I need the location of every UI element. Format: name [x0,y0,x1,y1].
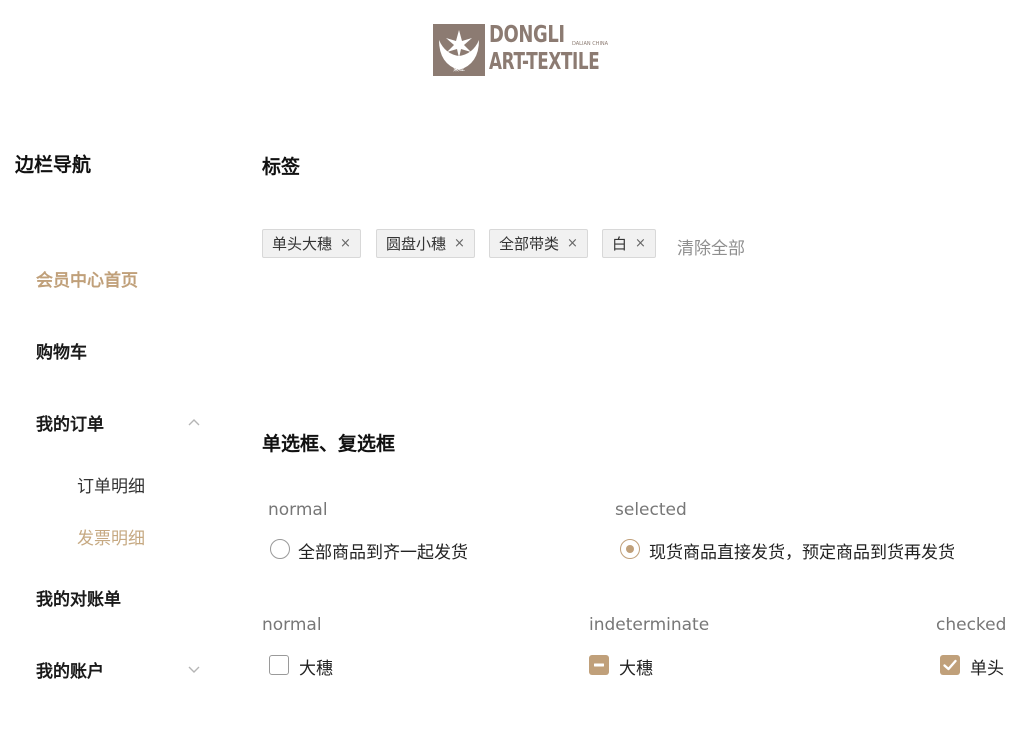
checkmark-icon [943,659,957,671]
choice-section-title: 单选框、复选框 [262,433,396,455]
tag-label: 白 [612,235,628,253]
sidebar-item-member-home[interactable]: 会员中心首页 [36,266,138,291]
tags-section-title: 标签 [262,156,301,178]
close-icon[interactable]: × [340,236,351,251]
tag-label: 圆盘小穗 [386,235,447,253]
tag-chip: 圆盘小穗 × [376,229,475,258]
brand-logo[interactable]: 東立 DONGLI DALIAN CHINA ART-TEXTILE [433,22,615,80]
tag-chip: 白 × [602,229,656,258]
logo-emblem-icon: 東立 [433,24,485,76]
radio-label[interactable]: 全部商品到齐一起发货 [298,538,468,563]
checkbox-checked[interactable] [940,655,960,675]
checkbox-caption-indeterminate: indeterminate [589,615,710,635]
logo-seal-text: 東立 [453,65,465,73]
sidebar-subitem-invoice-details[interactable]: 发票明细 [77,524,145,549]
tag-chip: 单头大穗 × [262,229,361,258]
checkbox-label[interactable]: 大穗 [299,654,333,679]
logo-text-art-textile: ART-TEXTILE [489,49,600,75]
sidebar-item-cart[interactable]: 购物车 [36,338,87,363]
checkbox-indeterminate[interactable] [589,655,609,675]
minus-icon [594,663,604,667]
close-icon[interactable]: × [454,236,465,251]
checkbox-caption-checked: checked [936,615,1007,635]
radio-caption-normal: normal [268,500,328,520]
tag-label: 单头大穗 [272,235,333,253]
sidebar-item-my-orders[interactable]: 我的订单 [36,410,104,435]
checkbox-unchecked[interactable] [269,655,289,675]
clear-all-link[interactable]: 清除全部 [677,234,745,259]
checkbox-label[interactable]: 大穗 [619,654,653,679]
sidebar-subitem-order-details[interactable]: 订单明细 [77,472,145,497]
chevron-up-icon[interactable] [187,417,201,427]
radio-label[interactable]: 现货商品直接发货，预定商品到货再发货 [649,538,955,563]
checkbox-label[interactable]: 单头 [970,654,1004,679]
radio-button[interactable] [270,539,290,559]
tag-chip: 全部带类 × [489,229,588,258]
close-icon[interactable]: × [635,236,646,251]
radio-button-selected[interactable] [620,539,640,559]
sidebar-title: 边栏导航 [15,154,92,176]
chevron-down-icon[interactable] [187,664,201,674]
sidebar-item-my-statements[interactable]: 我的对账单 [36,585,121,610]
radio-caption-selected: selected [615,500,687,520]
logo-text-dongli: DONGLI [489,22,565,48]
tag-label: 全部带类 [499,235,560,253]
sidebar-item-my-account[interactable]: 我的账户 [36,657,104,682]
close-icon[interactable]: × [567,236,578,251]
logo-text-dalian: DALIAN CHINA [572,41,609,47]
checkbox-caption-normal: normal [262,615,322,635]
